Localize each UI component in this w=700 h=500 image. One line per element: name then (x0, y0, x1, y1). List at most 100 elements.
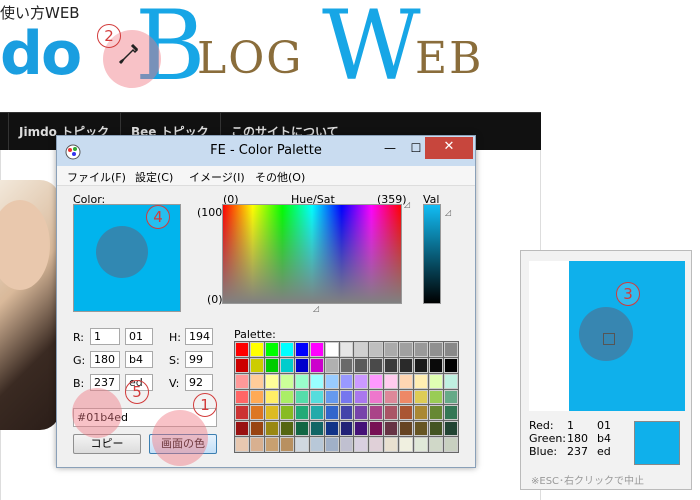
palette-swatch[interactable] (399, 437, 414, 452)
palette-swatch[interactable] (235, 357, 249, 373)
palette-swatch[interactable] (369, 342, 384, 357)
palette-swatch[interactable] (399, 357, 414, 373)
palette-swatch[interactable] (444, 342, 458, 357)
palette-swatch[interactable] (294, 357, 309, 373)
palette-swatch[interactable] (444, 437, 458, 452)
palette-swatch[interactable] (324, 405, 339, 421)
palette-swatch[interactable] (354, 342, 369, 357)
window-titlebar[interactable]: FE - Color Palette — ☐ ✕ (57, 136, 475, 166)
palette-swatch[interactable] (235, 389, 249, 405)
palette-swatch[interactable] (279, 421, 294, 437)
palette-swatch[interactable] (279, 405, 294, 421)
palette-swatch[interactable] (429, 342, 444, 357)
palette-swatch[interactable] (444, 421, 458, 437)
palette-swatch[interactable] (279, 437, 294, 452)
palette-swatch[interactable] (414, 421, 429, 437)
palette-swatch[interactable] (264, 389, 279, 405)
palette-swatch[interactable] (324, 437, 339, 452)
r-hex-input[interactable]: 01 (125, 328, 153, 345)
s-input[interactable]: 99 (185, 351, 213, 368)
palette-swatch[interactable] (324, 357, 339, 373)
palette-swatch[interactable] (294, 405, 309, 421)
value-slider[interactable] (423, 204, 441, 304)
maximize-button[interactable]: ☐ (405, 140, 427, 158)
menu-file[interactable]: ファイル(F) (67, 169, 126, 185)
palette-swatch[interactable] (384, 437, 399, 452)
palette-swatch[interactable] (339, 389, 354, 405)
palette-swatch[interactable] (414, 357, 429, 373)
palette-swatch[interactable] (399, 421, 414, 437)
palette-swatch[interactable] (429, 405, 444, 421)
sat-marker-icon[interactable]: ◿ (313, 304, 319, 313)
palette-swatch[interactable] (339, 357, 354, 373)
palette-swatch[interactable] (414, 437, 429, 452)
palette-swatch[interactable] (339, 405, 354, 421)
palette-swatch[interactable] (354, 357, 369, 373)
palette-swatch[interactable] (384, 357, 399, 373)
palette-swatch[interactable] (264, 421, 279, 437)
palette-swatch[interactable] (264, 437, 279, 452)
palette-swatch[interactable] (309, 437, 324, 452)
copy-button[interactable]: コピー (73, 434, 141, 454)
palette-swatch[interactable] (339, 373, 354, 389)
palette-swatch[interactable] (264, 405, 279, 421)
palette-swatch[interactable] (444, 405, 458, 421)
palette-swatch[interactable] (444, 389, 458, 405)
palette-swatch[interactable] (369, 357, 384, 373)
palette-swatch[interactable] (339, 421, 354, 437)
palette-swatch[interactable] (324, 373, 339, 389)
palette-swatch[interactable] (264, 373, 279, 389)
palette-swatch[interactable] (294, 373, 309, 389)
value-marker-icon[interactable]: ◿ (445, 208, 451, 217)
palette-swatch[interactable] (369, 421, 384, 437)
palette-swatch[interactable] (384, 421, 399, 437)
palette-swatch[interactable] (444, 373, 458, 389)
palette-swatch[interactable] (414, 389, 429, 405)
palette-swatch[interactable] (309, 405, 324, 421)
palette-swatch[interactable] (369, 373, 384, 389)
menu-image[interactable]: イメージ(I) (189, 169, 245, 185)
palette-swatch[interactable] (354, 437, 369, 452)
v-input[interactable]: 92 (185, 374, 213, 391)
g-hex-input[interactable]: b4 (125, 351, 153, 368)
palette-swatch[interactable] (294, 389, 309, 405)
palette-swatch[interactable] (235, 342, 249, 357)
palette-swatch[interactable] (339, 342, 354, 357)
r-input[interactable]: 1 (90, 328, 120, 345)
palette-swatch[interactable] (399, 389, 414, 405)
palette-swatch[interactable] (249, 342, 264, 357)
palette-swatch[interactable] (279, 373, 294, 389)
palette-swatch[interactable] (249, 373, 264, 389)
palette-swatch[interactable] (294, 342, 309, 357)
palette-swatch[interactable] (429, 389, 444, 405)
palette-swatch[interactable] (384, 389, 399, 405)
palette-swatch[interactable] (399, 405, 414, 421)
palette-swatch[interactable] (324, 342, 339, 357)
palette-swatch[interactable] (414, 373, 429, 389)
palette-swatch[interactable] (384, 405, 399, 421)
palette-swatch[interactable] (339, 437, 354, 452)
palette-swatch[interactable] (279, 357, 294, 373)
menu-settings[interactable]: 設定(C) (135, 169, 173, 185)
palette-swatch[interactable] (235, 373, 249, 389)
palette-swatch[interactable] (249, 421, 264, 437)
palette-swatch[interactable] (399, 342, 414, 357)
palette-swatch[interactable] (235, 405, 249, 421)
palette-swatch[interactable] (414, 405, 429, 421)
palette-swatch[interactable] (429, 421, 444, 437)
palette-swatch[interactable] (429, 437, 444, 452)
palette-swatch[interactable] (309, 421, 324, 437)
palette-swatch[interactable] (249, 357, 264, 373)
palette-swatch[interactable] (249, 437, 264, 452)
palette-swatch[interactable] (235, 421, 249, 437)
palette-swatch[interactable] (279, 389, 294, 405)
palette-swatch[interactable] (354, 373, 369, 389)
palette-swatch[interactable] (354, 421, 369, 437)
palette-swatch[interactable] (264, 342, 279, 357)
palette-swatch[interactable] (444, 357, 458, 373)
palette-swatch[interactable] (294, 421, 309, 437)
palette-swatch[interactable] (309, 373, 324, 389)
palette-swatch[interactable] (369, 389, 384, 405)
palette-swatch[interactable] (324, 421, 339, 437)
palette-swatch[interactable] (309, 342, 324, 357)
